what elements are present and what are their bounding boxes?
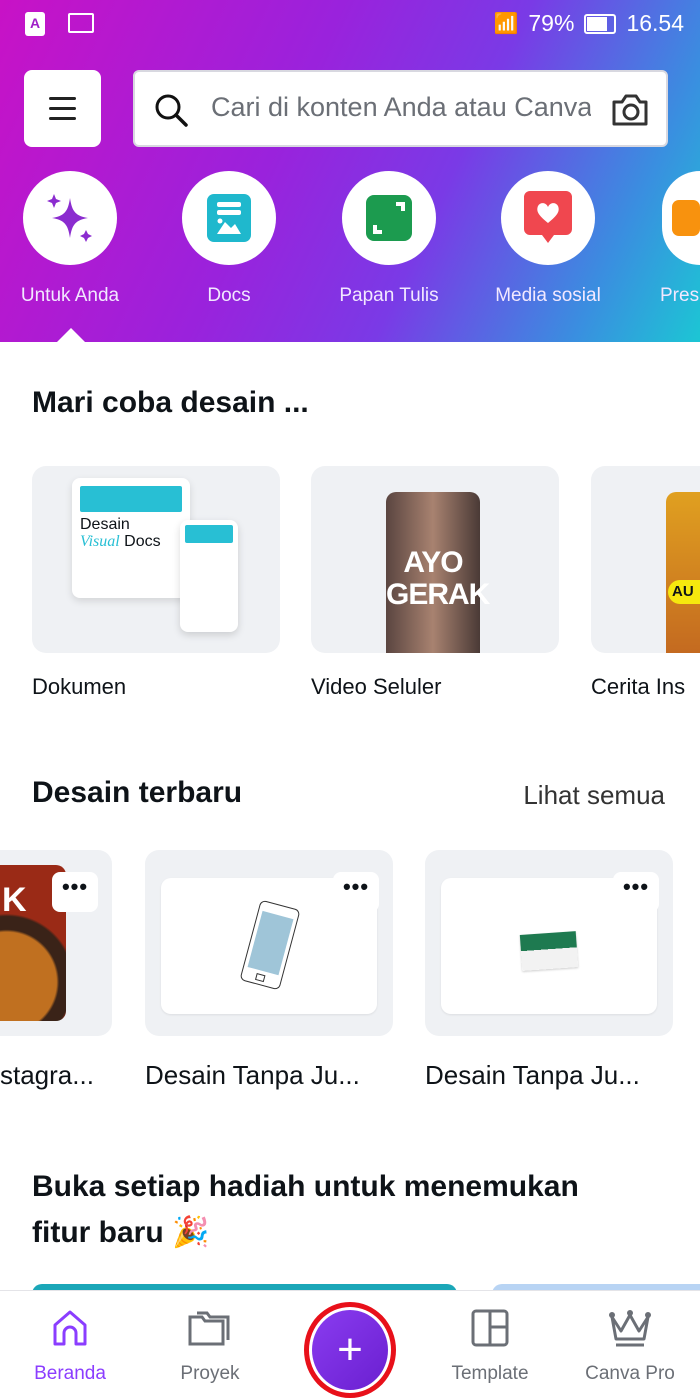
more-options-button[interactable]: ••• [52, 872, 98, 912]
search-icon [155, 94, 188, 127]
nav-beranda[interactable]: Beranda [0, 1309, 140, 1385]
nav-canva-pro[interactable]: Canva Pro [560, 1309, 700, 1385]
header: A 📶 79% 16.54 Cari di konten Anda atau C… [0, 0, 700, 342]
status-bar: A 📶 79% 16.54 [0, 8, 700, 42]
template-card-cerita-instagram[interactable]: AU [591, 466, 700, 653]
video-thumbnail: AYO GERAK [386, 492, 490, 653]
template-card-dokumen[interactable]: Desain Visual Docs [32, 466, 280, 653]
nav-proyek[interactable]: Proyek [140, 1309, 280, 1385]
whiteboard-icon [366, 195, 412, 241]
section-title-try-design: Mari coba desain ... [32, 386, 309, 419]
battery-icon [584, 13, 617, 34]
section-title-recent: Desain terbaru [32, 776, 243, 809]
search-placeholder: Cari di konten Anda atau Canva [211, 92, 591, 122]
heart-bubble-icon [524, 191, 572, 243]
docs-icon [207, 194, 251, 242]
recent-design-label: Desain Tanpa Ju... [145, 1060, 360, 1090]
template-label: Dokumen [32, 674, 127, 699]
search-input[interactable]: Cari di konten Anda atau Canva [133, 70, 668, 147]
story-thumbnail: AU [666, 492, 700, 653]
image-notification-icon [68, 13, 94, 33]
category-presentasi[interactable]: Pres [628, 171, 700, 307]
template-card-video-seluler[interactable]: AYO GERAK [311, 466, 559, 653]
sparkle-icon [47, 194, 92, 242]
crown-icon [609, 1310, 651, 1347]
more-options-button[interactable]: ••• [613, 872, 659, 912]
folder-icon [188, 1311, 230, 1346]
category-papan-tulis[interactable]: Papan Tulis [309, 171, 469, 307]
app-notification-icon: A [25, 12, 45, 36]
clock: 16.54 [626, 10, 684, 36]
create-design-button[interactable]: + [304, 1302, 396, 1398]
phone-illustration [240, 900, 300, 990]
category-docs[interactable]: Docs [149, 171, 309, 307]
card-illustration [519, 931, 579, 971]
section-title-gifts: Buka setiap hadiah untuk menemukan fitur … [32, 1170, 579, 1249]
recent-design-card[interactable]: ••• [145, 850, 393, 1036]
selected-indicator [57, 328, 85, 342]
recent-design-card[interactable]: K ••• [0, 850, 112, 1036]
home-icon [53, 1310, 87, 1346]
camera-icon[interactable] [610, 92, 650, 128]
wifi-icon: 📶 [493, 13, 519, 35]
recent-design-label: stagra... [0, 1060, 94, 1090]
category-media-sosial[interactable]: Media sosial [468, 171, 628, 307]
template-icon [471, 1309, 509, 1347]
docs-thumbnail: Desain Visual Docs [72, 478, 190, 598]
more-options-button[interactable]: ••• [333, 872, 379, 912]
recent-design-card[interactable]: ••• [425, 850, 673, 1036]
recent-design-label: Desain Tanpa Ju... [425, 1060, 640, 1090]
nav-template[interactable]: Template [420, 1309, 560, 1385]
category-untuk-anda[interactable]: Untuk Anda [0, 171, 150, 307]
docs-phone-thumbnail [180, 520, 238, 632]
template-label: Cerita Ins [591, 674, 686, 699]
see-all-link[interactable]: Lihat semua [523, 780, 665, 811]
template-label: Video Seluler [311, 674, 442, 699]
battery-percent: 79% [528, 10, 575, 36]
menu-button[interactable] [24, 70, 101, 147]
plus-icon: + [312, 1310, 388, 1390]
presentation-icon [672, 200, 700, 236]
